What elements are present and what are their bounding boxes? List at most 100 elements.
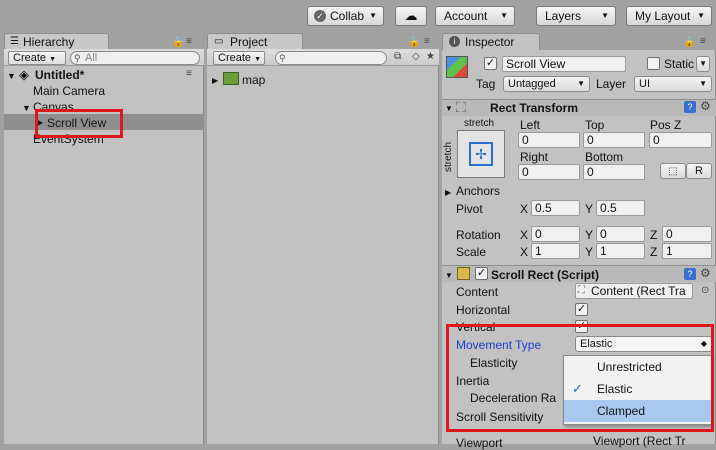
- unity-logo-icon: ◈: [19, 67, 29, 82]
- tag-label: Tag: [476, 77, 496, 91]
- anchors-label[interactable]: Anchors: [456, 184, 500, 198]
- tab-hierarchy-label: Hierarchy: [23, 35, 75, 49]
- content-field[interactable]: ⛶ Content (Rect Tra: [575, 283, 693, 299]
- static-checkbox[interactable]: [647, 57, 660, 70]
- expand-arrow-icon[interactable]: ▼: [22, 101, 31, 115]
- active-checkbox[interactable]: ✓: [484, 57, 497, 70]
- help-icon[interactable]: ?: [684, 268, 696, 280]
- top-label: Top: [585, 118, 605, 132]
- object-picker-icon[interactable]: ⊙: [701, 285, 709, 296]
- cloud-button[interactable]: ☁: [395, 6, 427, 26]
- menu-icon[interactable]: ≡: [186, 36, 192, 47]
- project-panel: [207, 50, 439, 444]
- layers-dropdown[interactable]: Layers ▼: [536, 6, 616, 26]
- rotation-z-label: Z: [650, 228, 658, 242]
- layer-label: Layer: [596, 77, 627, 91]
- lock-icon[interactable]: 🔒: [408, 37, 420, 48]
- rotation-y-field[interactable]: 0: [596, 226, 645, 242]
- collapse-arrow-icon[interactable]: ▼: [445, 102, 453, 116]
- collab-label: Collab: [330, 9, 365, 23]
- tag-dropdown[interactable]: Untagged ▼: [503, 76, 590, 92]
- content-value: Content (Rect Tra: [591, 284, 686, 298]
- search-placeholder: All: [85, 52, 98, 64]
- scroll-rect-enabled-checkbox[interactable]: ✓: [475, 267, 488, 280]
- project-create-button[interactable]: Create ▼: [213, 51, 265, 65]
- lock-icon[interactable]: 🔒: [172, 37, 184, 48]
- expand-arrow-icon[interactable]: ▶: [212, 74, 218, 88]
- project-search-input[interactable]: ⚲: [275, 51, 387, 65]
- scale-x-field[interactable]: 1: [531, 243, 580, 259]
- rect-transform-icon: ⛶: [456, 99, 466, 115]
- top-field[interactable]: 0: [583, 132, 645, 148]
- tab-project-label: Project: [230, 35, 268, 49]
- layout-dropdown[interactable]: My Layout ▼: [626, 6, 712, 26]
- collapse-arrow-icon[interactable]: ▼: [445, 269, 453, 283]
- hierarchy-item-main-camera[interactable]: Main Camera: [33, 84, 105, 98]
- tab-hierarchy[interactable]: ☰ Hierarchy: [4, 33, 109, 50]
- cloud-icon: ☁: [404, 8, 418, 23]
- collab-button[interactable]: ✓ Collab ▼: [307, 6, 384, 26]
- scene-asset-icon: [223, 72, 239, 85]
- project-item-map[interactable]: map: [242, 73, 265, 87]
- blueprint-mode-button[interactable]: ⬚: [660, 163, 686, 179]
- menu-icon[interactable]: ≡: [424, 36, 430, 47]
- pivot-y-field[interactable]: 0.5: [596, 200, 645, 216]
- viewport-field[interactable]: Viewport (Rect Tr: [590, 434, 694, 450]
- expand-arrow-icon[interactable]: ▶: [445, 186, 451, 200]
- filter-by-type-icon[interactable]: ⧉: [394, 51, 401, 62]
- layer-value: UI: [639, 78, 650, 90]
- horizontal-checkbox[interactable]: ✓: [575, 303, 588, 316]
- highlight-box-scroll-view: [35, 109, 123, 138]
- account-dropdown[interactable]: Account ▼: [435, 6, 515, 26]
- gear-icon[interactable]: ⚙: [700, 99, 711, 113]
- lock-icon[interactable]: 🔒: [683, 37, 695, 48]
- pivot-x-field[interactable]: 0.5: [531, 200, 580, 216]
- rotation-x-field[interactable]: 0: [531, 226, 580, 242]
- scale-z-field[interactable]: 1: [662, 243, 712, 259]
- gear-icon[interactable]: ⚙: [700, 266, 711, 280]
- scale-x-label: X: [520, 245, 529, 259]
- anchor-preset-icon: ✢: [469, 142, 493, 166]
- tag-icon[interactable]: ◇: [412, 51, 420, 62]
- help-icon[interactable]: ?: [684, 101, 696, 113]
- scene-name[interactable]: Untitled*: [35, 68, 84, 82]
- right-field[interactable]: 0: [518, 164, 580, 180]
- gameobject-icon: [446, 56, 468, 78]
- scale-y-label: Y: [585, 245, 594, 259]
- rotation-z-field[interactable]: 0: [662, 226, 712, 242]
- anchor-presets-button[interactable]: ✢: [457, 130, 505, 178]
- info-icon: i: [449, 36, 460, 47]
- script-icon: [457, 267, 470, 280]
- rotation-label: Rotation: [456, 228, 501, 242]
- pivot-x-label: X: [520, 202, 529, 216]
- rect-transform-icon: ⛶: [578, 285, 585, 296]
- object-name-field[interactable]: Scroll View: [502, 56, 626, 72]
- raw-edit-button[interactable]: R: [686, 163, 712, 179]
- tab-inspector-label: Inspector: [465, 35, 515, 49]
- folder-icon: ▭: [214, 36, 224, 47]
- menu-icon[interactable]: ≡: [700, 36, 706, 47]
- bottom-field[interactable]: 0: [583, 164, 645, 180]
- hierarchy-search-input[interactable]: ⚲ All: [70, 51, 200, 65]
- right-label: Right: [520, 150, 549, 164]
- star-icon[interactable]: ★: [426, 51, 435, 62]
- tab-inspector[interactable]: i Inspector: [442, 33, 540, 50]
- expand-arrow-icon[interactable]: ▼: [7, 69, 16, 83]
- list-icon: ☰: [10, 36, 19, 47]
- pivot-y-label: Y: [585, 202, 594, 216]
- left-field[interactable]: 0: [518, 132, 580, 148]
- scroll-rect-title: Scroll Rect (Script): [491, 268, 600, 282]
- layer-dropdown[interactable]: UI ▼: [634, 76, 712, 92]
- rotation-x-label: X: [520, 228, 529, 242]
- bottom-label: Bottom: [585, 150, 624, 164]
- static-dropdown[interactable]: ▼: [696, 56, 710, 72]
- hierarchy-create-button[interactable]: Create ▼: [8, 51, 66, 65]
- chevron-down-icon: ▼: [601, 11, 609, 20]
- scale-y-field[interactable]: 1: [596, 243, 645, 259]
- create-label: Create: [218, 52, 252, 64]
- posz-field[interactable]: 0: [649, 132, 712, 148]
- rect-transform-header[interactable]: [442, 99, 716, 116]
- viewport-label: Viewport: [456, 436, 503, 450]
- scene-menu-icon[interactable]: ≡: [186, 68, 192, 79]
- tab-project[interactable]: ▭ Project: [207, 33, 303, 50]
